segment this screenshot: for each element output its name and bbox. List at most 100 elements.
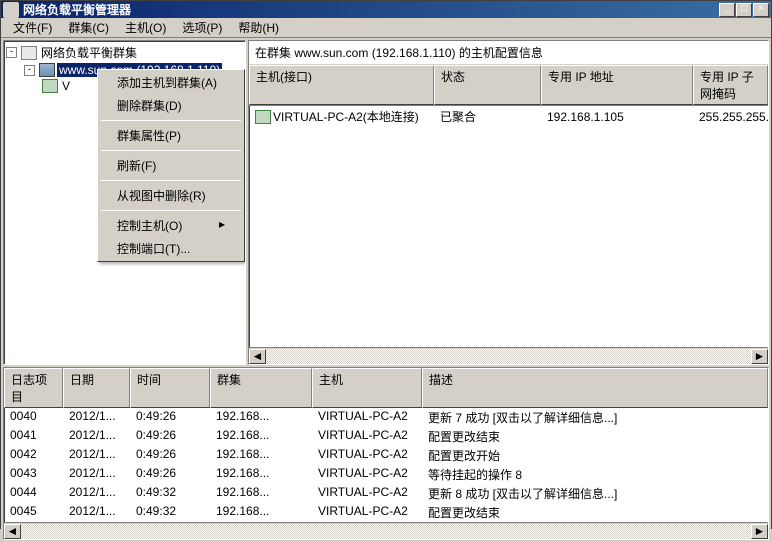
ctx-control-host-label: 控制主机(O): [117, 219, 182, 233]
col-mask[interactable]: 专用 IP 子网掩码: [693, 65, 768, 105]
host-icon: [42, 79, 58, 93]
ctx-separator: [101, 180, 241, 181]
tree-root[interactable]: - 网络负载平衡群集: [6, 43, 243, 62]
cell-status: 已聚合: [434, 106, 541, 127]
log-date: 2012/1...: [63, 427, 130, 446]
host-row[interactable]: VIRTUAL-PC-A2(本地连接) 已聚合 192.168.1.105 25…: [249, 106, 768, 127]
log-cluster: 192.168...: [210, 465, 312, 484]
cluster-icon: [39, 63, 55, 77]
menu-file[interactable]: 文件(F): [5, 17, 60, 38]
log-desc: 更新 8 成功 [双击以了解详细信息...]: [422, 484, 768, 503]
minimize-button[interactable]: _: [719, 3, 735, 17]
log-col-date[interactable]: 日期: [63, 368, 130, 408]
tree-panel: - 网络负载平衡群集 - www.sun.com (192.168.1.110)…: [3, 40, 246, 365]
log-desc: 等待挂起的操作 8: [422, 465, 768, 484]
scroll-left-icon[interactable]: ◄: [249, 349, 266, 364]
log-panel: 日志项目 日期 时间 群集 主机 描述 00402012/1...0:49:26…: [3, 367, 769, 540]
host-panel: 在群集 www.sun.com (192.168.1.110) 的主机配置信息 …: [248, 40, 769, 365]
ctx-control-host[interactable]: 控制主机(O) ▸: [99, 214, 243, 237]
log-cluster: 192.168...: [210, 408, 312, 427]
log-desc: 配置更改开始: [422, 446, 768, 465]
log-date: 2012/1...: [63, 446, 130, 465]
ctx-remove-view[interactable]: 从视图中删除(R): [99, 184, 243, 207]
tree-root-label: 网络负载平衡群集: [39, 44, 139, 61]
app-icon: [3, 2, 19, 18]
log-cluster: 192.168...: [210, 446, 312, 465]
scroll-right-icon[interactable]: ►: [751, 349, 768, 364]
log-row[interactable]: 00442012/1...0:49:32192.168...VIRTUAL-PC…: [4, 484, 768, 503]
ctx-separator: [101, 120, 241, 121]
log-host: VIRTUAL-PC-A2: [312, 465, 422, 484]
content-area: - 网络负载平衡群集 - www.sun.com (192.168.1.110)…: [1, 38, 771, 542]
log-host: VIRTUAL-PC-A2: [312, 503, 422, 522]
context-menu: 添加主机到群集(A) 删除群集(D) 群集属性(P) 刷新(F) 从视图中删除(…: [97, 69, 245, 262]
hscrollbar[interactable]: ◄ ►: [4, 522, 768, 539]
menu-cluster[interactable]: 群集(C): [60, 17, 117, 38]
ctx-refresh[interactable]: 刷新(F): [99, 154, 243, 177]
log-id: 0042: [4, 446, 63, 465]
menu-help[interactable]: 帮助(H): [230, 17, 287, 38]
cell-interface: VIRTUAL-PC-A2(本地连接): [249, 106, 434, 127]
log-row[interactable]: 00412012/1...0:49:26192.168...VIRTUAL-PC…: [4, 427, 768, 446]
log-date: 2012/1...: [63, 484, 130, 503]
menu-host[interactable]: 主机(O): [117, 17, 174, 38]
menu-options[interactable]: 选项(P): [174, 17, 230, 38]
log-row[interactable]: 00432012/1...0:49:26192.168...VIRTUAL-PC…: [4, 465, 768, 484]
log-col-time[interactable]: 时间: [130, 368, 210, 408]
cell-ip: 192.168.1.105: [541, 106, 693, 127]
log-date: 2012/1...: [63, 408, 130, 427]
log-host: VIRTUAL-PC-A2: [312, 446, 422, 465]
log-host: VIRTUAL-PC-A2: [312, 484, 422, 503]
submenu-arrow-icon: ▸: [219, 217, 225, 231]
col-interface[interactable]: 主机(接口): [249, 65, 434, 105]
ctx-cluster-props[interactable]: 群集属性(P): [99, 124, 243, 147]
scroll-left-icon[interactable]: ◄: [4, 524, 21, 539]
log-row[interactable]: 00452012/1...0:49:32192.168...VIRTUAL-PC…: [4, 503, 768, 522]
log-id: 0045: [4, 503, 63, 522]
tree-toggle-icon[interactable]: -: [24, 65, 35, 76]
upper-pane: - 网络负载平衡群集 - www.sun.com (192.168.1.110)…: [3, 40, 769, 365]
titlebar[interactable]: 网络负载平衡管理器 _ □ ×: [1, 1, 771, 18]
close-button[interactable]: ×: [753, 3, 769, 17]
log-col-cluster[interactable]: 群集: [210, 368, 312, 408]
scroll-track[interactable]: [21, 524, 751, 539]
col-status[interactable]: 状态: [434, 65, 541, 105]
window-buttons: _ □ ×: [719, 3, 769, 17]
log-row[interactable]: 00402012/1...0:49:26192.168...VIRTUAL-PC…: [4, 408, 768, 427]
log-row[interactable]: 00422012/1...0:49:26192.168...VIRTUAL-PC…: [4, 446, 768, 465]
log-date: 2012/1...: [63, 465, 130, 484]
log-table: 日志项目 日期 时间 群集 主机 描述 00402012/1...0:49:26…: [4, 368, 768, 522]
log-id: 0043: [4, 465, 63, 484]
maximize-button[interactable]: □: [736, 3, 752, 17]
ctx-separator: [101, 210, 241, 211]
log-desc: 更新 7 成功 [双击以了解详细信息...]: [422, 408, 768, 427]
log-date: 2012/1...: [63, 503, 130, 522]
scroll-right-icon[interactable]: ►: [751, 524, 768, 539]
col-ip[interactable]: 专用 IP 地址: [541, 65, 693, 105]
log-time: 0:49:26: [130, 427, 210, 446]
host-table-header: 主机(接口) 状态 专用 IP 地址 专用 IP 子网掩码: [249, 65, 768, 106]
hscrollbar[interactable]: ◄ ►: [249, 347, 768, 364]
log-time: 0:49:32: [130, 503, 210, 522]
log-col-desc[interactable]: 描述: [422, 368, 768, 408]
log-col-host[interactable]: 主机: [312, 368, 422, 408]
ctx-add-host[interactable]: 添加主机到群集(A): [99, 71, 243, 94]
cluster-group-icon: [21, 46, 37, 60]
tree-host-label: V: [60, 79, 72, 93]
host-table: 主机(接口) 状态 专用 IP 地址 专用 IP 子网掩码 VIRTUAL-PC…: [249, 65, 768, 347]
ctx-delete-cluster[interactable]: 删除群集(D): [99, 94, 243, 117]
log-host: VIRTUAL-PC-A2: [312, 408, 422, 427]
log-desc: 配置更改结束: [422, 503, 768, 522]
tree-toggle-icon[interactable]: -: [6, 47, 17, 58]
app-window: 网络负载平衡管理器 _ □ × 文件(F) 群集(C) 主机(O) 选项(P) …: [0, 0, 772, 529]
log-body: 00402012/1...0:49:26192.168...VIRTUAL-PC…: [4, 408, 768, 522]
host-panel-header: 在群集 www.sun.com (192.168.1.110) 的主机配置信息: [249, 41, 768, 65]
log-time: 0:49:26: [130, 408, 210, 427]
scroll-track[interactable]: [266, 349, 751, 364]
log-id: 0040: [4, 408, 63, 427]
menubar: 文件(F) 群集(C) 主机(O) 选项(P) 帮助(H): [1, 18, 771, 38]
log-time: 0:49:26: [130, 446, 210, 465]
ctx-separator: [101, 150, 241, 151]
log-col-id[interactable]: 日志项目: [4, 368, 63, 408]
ctx-control-port[interactable]: 控制端口(T)...: [99, 237, 243, 260]
